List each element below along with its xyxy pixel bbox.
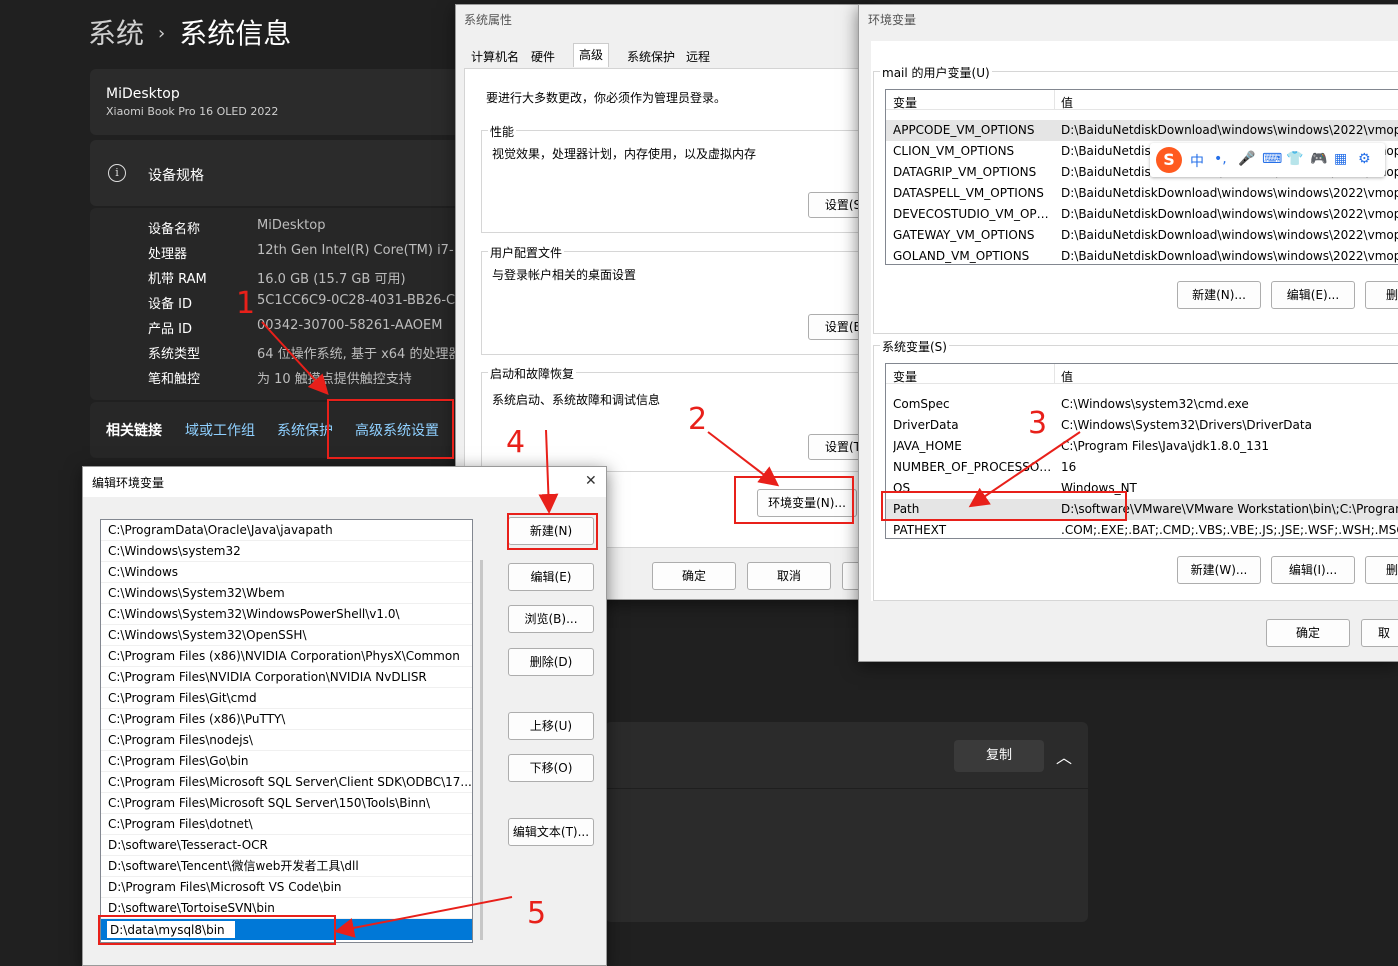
annotation-arrow-3: [968, 431, 1081, 508]
annotation-arrow-4: [538, 429, 559, 514]
annotation-arrows: [261, 321, 1081, 938]
annotation-arrow-1: [261, 321, 329, 395]
annotation-arrow-5: [334, 896, 513, 938]
annotation-arrow-2: [707, 431, 780, 487]
